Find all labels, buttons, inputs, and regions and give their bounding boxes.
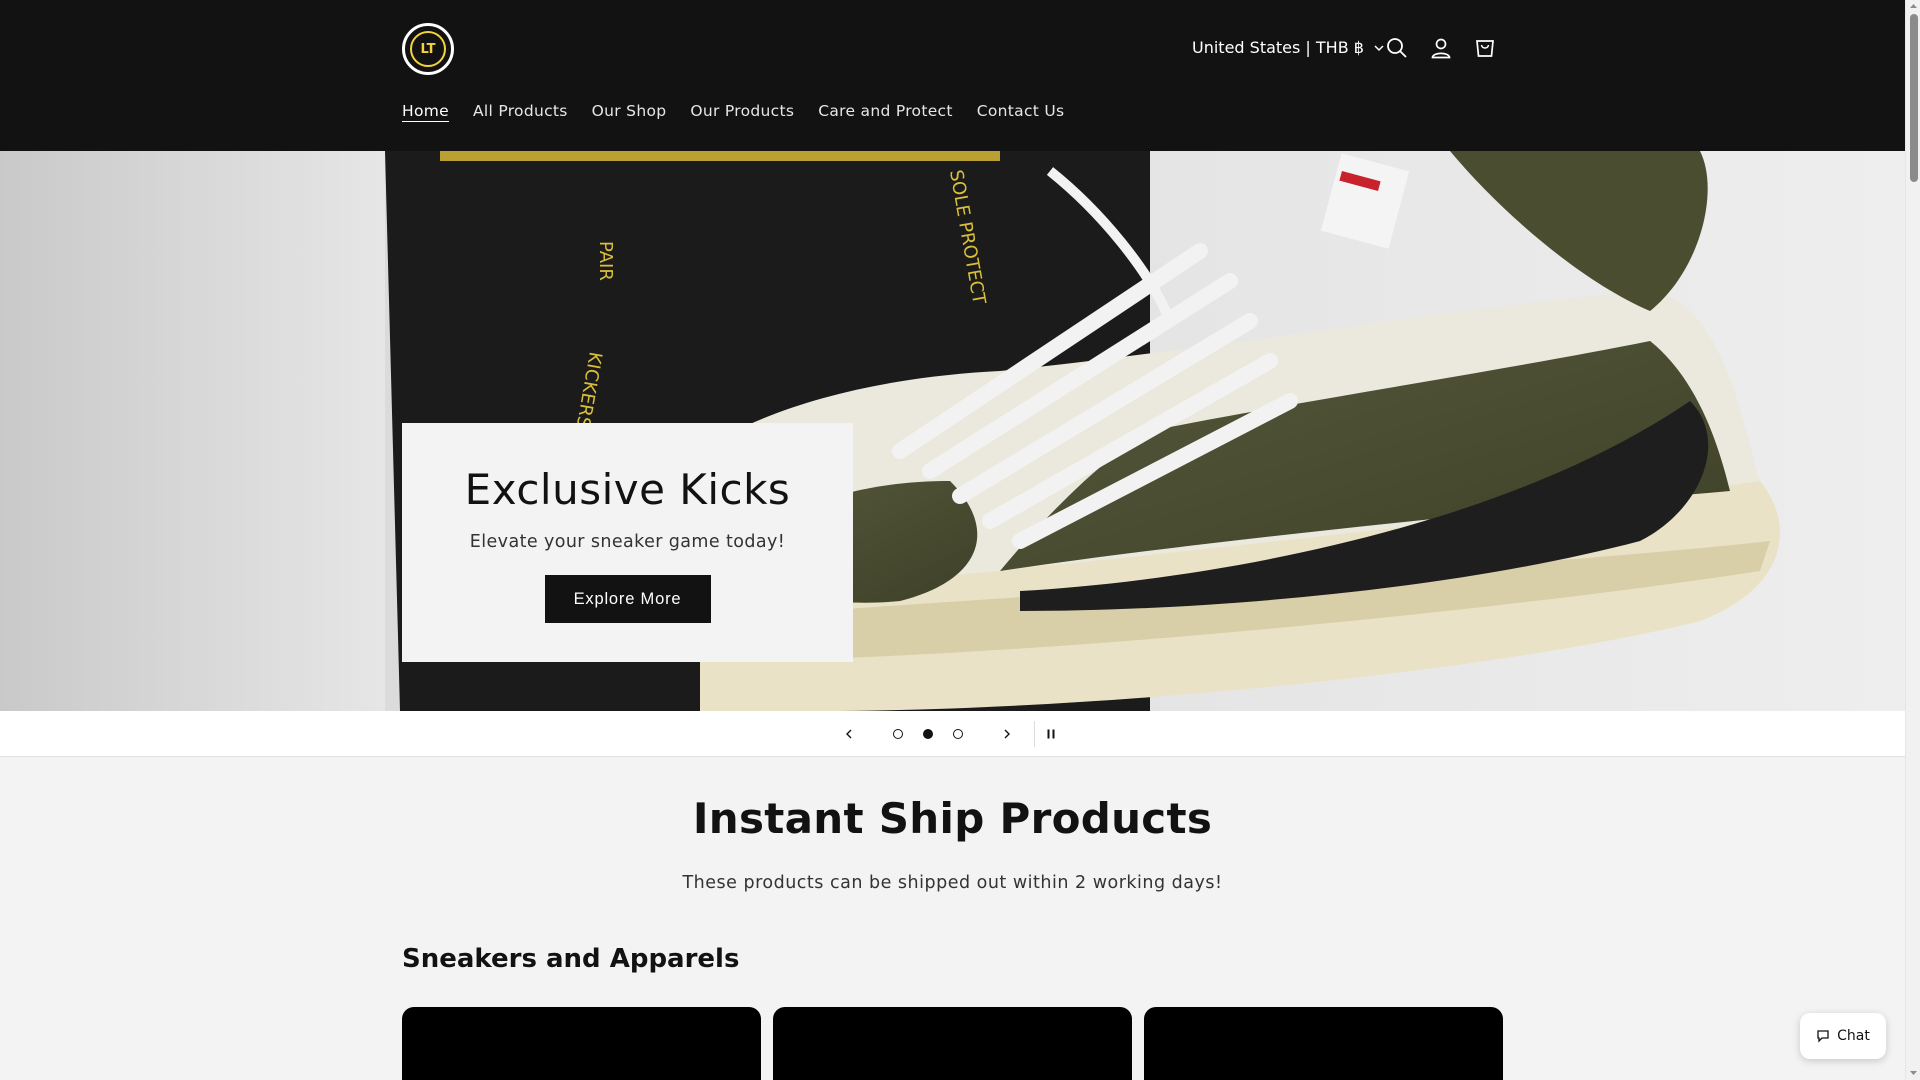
product-card[interactable]	[773, 1007, 1132, 1080]
nav-contact-us[interactable]: Contact Us	[977, 102, 1065, 120]
slide-dot-3[interactable]	[953, 729, 963, 739]
chat-label: Chat	[1837, 1028, 1870, 1044]
controls-divider	[1034, 721, 1035, 747]
instant-ship-title: Instant Ship Products	[692, 794, 1213, 843]
nav-care-and-protect[interactable]: Care and Protect	[818, 102, 953, 120]
search-icon[interactable]	[1383, 34, 1411, 62]
previous-slide-button[interactable]	[838, 723, 860, 745]
store-logo[interactable]: LT	[402, 23, 454, 75]
nav-all-products[interactable]: All Products	[473, 102, 568, 120]
slideshow-controls	[0, 711, 1905, 757]
main-nav: Home All Products Our Shop Our Products …	[402, 102, 1088, 120]
hero-title: Exclusive Kicks	[464, 465, 791, 514]
slide-dot-2[interactable]	[923, 729, 933, 739]
collection-title: Sneakers and Apparels	[402, 944, 740, 974]
country-currency-label: United States | THB ฿	[1192, 38, 1364, 57]
scroll-down-arrow-icon[interactable]	[1909, 1068, 1918, 1077]
logo-mark: LT	[410, 31, 446, 67]
slide-dot-1[interactable]	[893, 729, 903, 739]
hero-sneaker-image: PAIR KICKERS SOLE PROTECT	[0, 151, 1905, 711]
svg-text:PAIR: PAIR	[595, 241, 616, 281]
nav-our-shop[interactable]: Our Shop	[592, 102, 667, 120]
instant-ship-subtitle: These products can be shipped out within…	[682, 873, 1223, 893]
chevron-right-icon	[1004, 729, 1010, 739]
hero-subtitle: Elevate your sneaker game today!	[469, 532, 786, 552]
pause-slideshow-button[interactable]	[1040, 723, 1062, 745]
site-header: LT United States | THB ฿ Home All Produc…	[0, 0, 1905, 151]
nav-home[interactable]: Home	[402, 102, 449, 120]
country-currency-selector[interactable]: United States | THB ฿	[1192, 38, 1386, 57]
hero-slideshow: PAIR KICKERS SOLE PROTECT Exclusive Kick…	[0, 151, 1905, 711]
chat-bubble-icon	[1817, 1030, 1829, 1043]
next-slide-button[interactable]	[996, 723, 1018, 745]
product-card[interactable]	[402, 1007, 761, 1080]
chat-button[interactable]: Chat	[1800, 1013, 1886, 1059]
scrollbar-thumb[interactable]	[1910, 14, 1918, 182]
scroll-up-arrow-icon[interactable]	[1909, 2, 1918, 11]
chevron-left-icon	[846, 729, 852, 739]
product-card[interactable]	[1144, 1007, 1503, 1080]
pause-icon	[1047, 729, 1055, 739]
nav-our-products[interactable]: Our Products	[690, 102, 794, 120]
cart-icon[interactable]	[1471, 34, 1499, 62]
hero-content-card: Exclusive Kicks Elevate your sneaker gam…	[402, 423, 853, 662]
account-icon[interactable]	[1427, 34, 1455, 62]
page-scrollbar[interactable]	[1905, 0, 1920, 1080]
explore-more-button[interactable]: Explore More	[544, 575, 711, 623]
